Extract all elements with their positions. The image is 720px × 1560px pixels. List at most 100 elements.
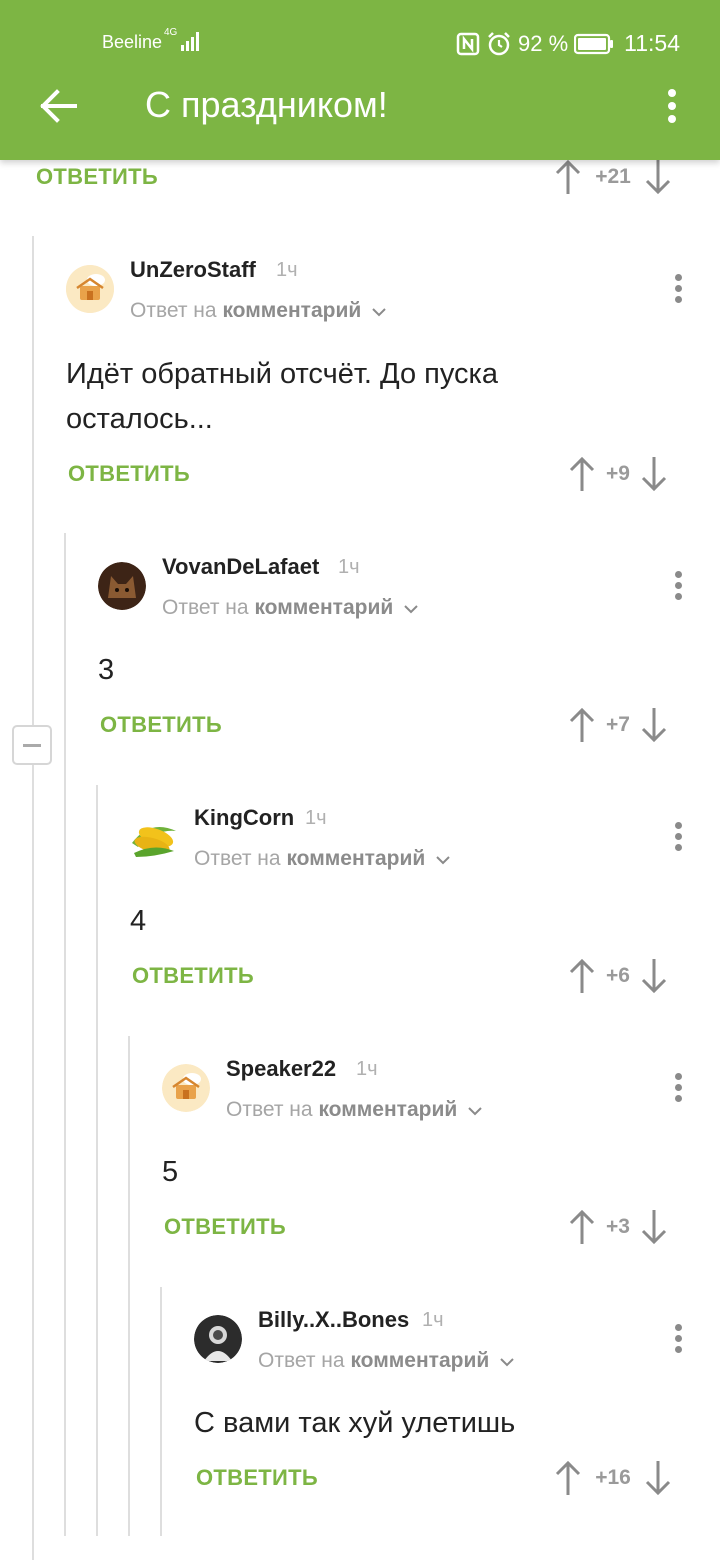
signal-icon	[181, 32, 199, 51]
minus-icon	[23, 743, 41, 747]
alarm-icon	[488, 31, 510, 55]
reply-to-target: комментарий	[286, 847, 426, 870]
downvote-button[interactable]	[640, 957, 668, 995]
default-avatar-icon	[66, 265, 114, 313]
clock: 11:54	[624, 30, 680, 56]
comment-text: 3	[98, 654, 115, 686]
status-right: 92 % 11:54	[456, 30, 680, 57]
upvote-button[interactable]	[568, 706, 596, 744]
default-avatar-icon	[162, 1064, 210, 1112]
reply-to-link[interactable]: Ответ на комментарий	[194, 847, 451, 871]
downvote-button[interactable]	[640, 706, 668, 744]
chevron-down-icon	[500, 1358, 514, 1367]
reply-to-target: комментарий	[254, 596, 394, 619]
comment-menu-button[interactable]	[666, 1067, 690, 1107]
chevron-down-icon	[372, 308, 386, 317]
comment-menu-button[interactable]	[666, 565, 690, 605]
reply-to-target: комментарий	[318, 1098, 458, 1121]
arrow-down-icon	[641, 457, 667, 492]
chevron-down-icon	[468, 1107, 482, 1116]
comment-menu-button[interactable]	[666, 268, 690, 308]
arrow-up-icon	[569, 707, 595, 742]
thread-line	[96, 785, 98, 1536]
reply-to-link[interactable]: Ответ на комментарий	[130, 299, 387, 323]
reply-to-link[interactable]: Ответ на комментарий	[258, 1349, 515, 1373]
chevron-down-icon	[404, 605, 418, 614]
app-bar: Beeline 4G 92 % 11:54 С праздником!	[0, 0, 720, 160]
comment-text: 5	[162, 1156, 179, 1188]
comment-author[interactable]: VovanDeLafaet	[162, 554, 319, 580]
comment-age: 1ч	[338, 556, 360, 578]
upvote-button[interactable]	[554, 1459, 582, 1497]
battery-percent: 92 %	[517, 30, 569, 56]
downvote-button[interactable]	[644, 158, 672, 196]
downvote-button[interactable]	[644, 1459, 672, 1497]
vote-controls: +6	[568, 957, 668, 995]
score: +3	[606, 1215, 630, 1238]
arrow-up-icon	[569, 1209, 595, 1244]
arrow-up-icon	[555, 159, 581, 194]
comment-text: Идёт обратный отсчёт. До пуска осталось.…	[66, 352, 498, 442]
network-type: 4G	[164, 27, 178, 38]
arrow-left-icon	[40, 89, 77, 123]
comment-text-line: осталось...	[66, 403, 213, 435]
collapse-thread-button[interactable]	[12, 725, 52, 765]
avatar[interactable]	[98, 562, 146, 610]
overflow-menu-button[interactable]	[652, 82, 692, 130]
upvote-button[interactable]	[568, 455, 596, 493]
comment-author[interactable]: UnZeroStaff	[130, 257, 256, 283]
vote-controls: +21	[554, 158, 672, 196]
arrow-down-icon	[641, 1210, 667, 1245]
vote-controls: +16	[554, 1459, 672, 1497]
corn-avatar-icon	[132, 827, 176, 857]
arrow-down-icon	[645, 160, 671, 195]
reply-to-link[interactable]: Ответ на комментарий	[162, 596, 419, 620]
comment-author[interactable]: KingCorn	[194, 805, 294, 831]
score: +7	[606, 713, 630, 736]
thread-line	[160, 1287, 162, 1536]
comment-text-line: Идёт обратный отсчёт. До пуска	[66, 358, 499, 390]
upvote-button[interactable]	[568, 957, 596, 995]
cat-avatar-icon	[98, 562, 146, 610]
comment-menu-button[interactable]	[666, 1318, 690, 1358]
reply-button[interactable]: ОТВЕТИТЬ	[100, 712, 222, 738]
upvote-button[interactable]	[554, 158, 582, 196]
upvote-button[interactable]	[568, 1208, 596, 1246]
reply-button[interactable]: ОТВЕТИТЬ	[132, 963, 254, 989]
downvote-button[interactable]	[640, 1208, 668, 1246]
kebab-menu-icon	[668, 89, 676, 123]
reply-to-prefix: Ответ на	[162, 596, 249, 619]
avatar[interactable]	[162, 1064, 210, 1112]
vote-controls: +9	[568, 455, 668, 493]
chevron-down-icon	[436, 856, 450, 865]
comment-age: 1ч	[276, 259, 298, 281]
vote-controls: +7	[568, 706, 668, 744]
reply-button[interactable]: ОТВЕТИТЬ	[68, 461, 190, 487]
arrow-up-icon	[569, 958, 595, 993]
arrow-up-icon	[555, 1460, 581, 1495]
thread-line	[32, 236, 34, 1560]
reply-to-target: комментарий	[222, 299, 362, 322]
avatar[interactable]	[194, 1315, 242, 1363]
back-button[interactable]	[34, 82, 82, 130]
avatar[interactable]	[66, 265, 114, 313]
reply-button[interactable]: ОТВЕТИТЬ	[164, 1214, 286, 1240]
arrow-down-icon	[641, 959, 667, 994]
comment-author[interactable]: Billy..X..Bones	[258, 1307, 409, 1333]
comment-author[interactable]: Speaker22	[226, 1056, 336, 1082]
comment-text: С вами так хуй улетишь	[194, 1407, 516, 1439]
downvote-button[interactable]	[640, 455, 668, 493]
comment-age: 1ч	[305, 807, 327, 829]
comment-age: 1ч	[356, 1058, 378, 1080]
avatar[interactable]	[130, 813, 178, 861]
reply-to-link[interactable]: Ответ на комментарий	[226, 1098, 483, 1122]
page-title: С праздником!	[145, 84, 388, 125]
reply-button[interactable]: ОТВЕТИТЬ	[36, 164, 158, 190]
carrier-name: Beeline	[102, 32, 163, 52]
reply-to-prefix: Ответ на	[130, 299, 217, 322]
arrow-down-icon	[641, 708, 667, 743]
reply-button[interactable]: ОТВЕТИТЬ	[196, 1465, 318, 1491]
person-avatar-icon	[194, 1315, 242, 1363]
comment-menu-button[interactable]	[666, 816, 690, 856]
thread-line	[128, 1036, 130, 1536]
